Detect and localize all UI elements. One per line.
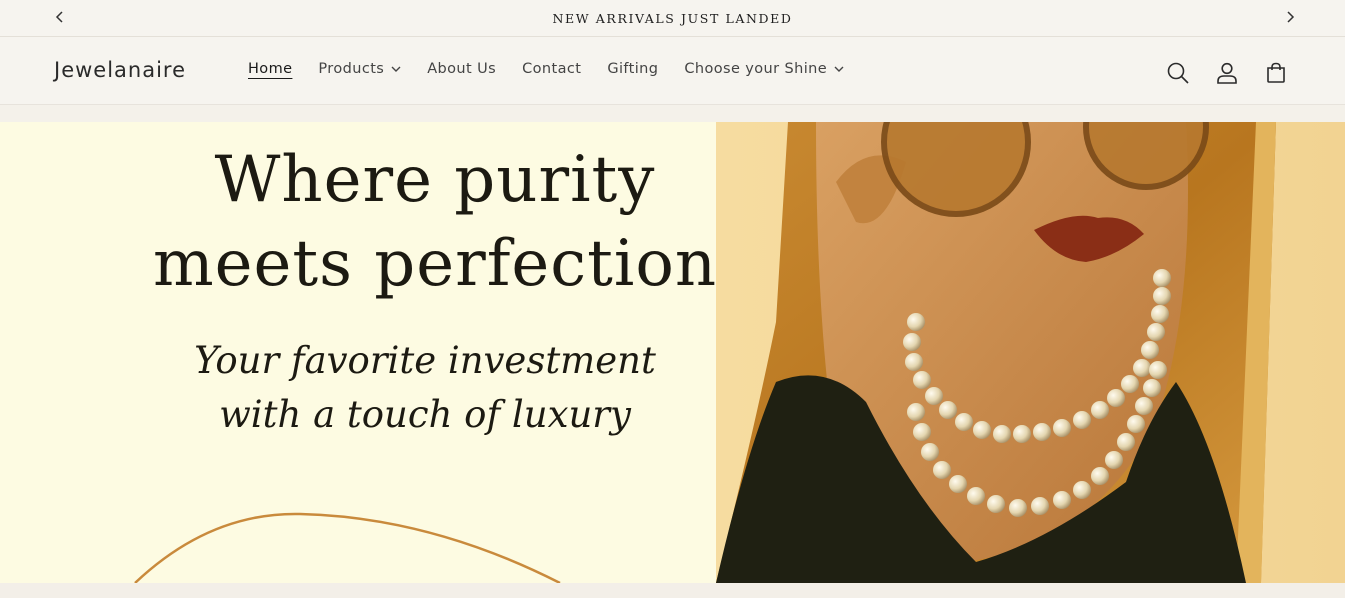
nav-contact-label: Contact [522,61,582,77]
nav-shine-label: Choose your Shine [684,61,828,77]
account-button[interactable] [1213,59,1241,87]
main-nav: Home Products About Us Contact Gifting C… [248,61,870,77]
below-hero-strip [0,583,1345,598]
site-header: Jewelanaire Home Products About Us Conta… [0,37,1345,105]
cart-button[interactable] [1262,59,1290,87]
nav-choose-your-shine[interactable]: Choose your Shine [684,61,844,77]
model-with-pearl-necklace-image [716,122,1345,583]
search-icon [1167,62,1189,84]
chevron-down-icon [834,66,844,72]
hero-banner[interactable]: Where purity meets perfection Your favor… [0,122,1345,583]
chevron-down-icon [391,66,401,72]
header-actions [1164,59,1311,87]
nav-gifting-label: Gifting [607,61,659,77]
nav-products[interactable]: Products [318,61,401,77]
announcement-prev-button[interactable] [49,6,71,28]
chevron-right-icon [1287,11,1295,23]
nav-gifting[interactable]: Gifting [607,61,658,77]
announcement-text: NEW ARRIVALS JUST LANDED [552,10,793,26]
nav-about-us[interactable]: About Us [427,61,496,77]
chevron-left-icon [55,11,63,23]
search-button[interactable] [1164,59,1192,87]
nav-products-label: Products [318,61,385,77]
account-icon [1217,62,1237,84]
nav-contact[interactable]: Contact [522,61,581,77]
nav-home[interactable]: Home [248,61,292,77]
decorative-curve [134,512,561,583]
site-logo[interactable]: Jewelanaire [54,58,186,82]
cart-icon [1267,62,1285,83]
announcement-bar: NEW ARRIVALS JUST LANDED [0,0,1345,37]
announcement-next-button[interactable] [1279,6,1301,28]
nav-home-label: Home [248,61,293,77]
nav-about-label: About Us [427,61,497,77]
